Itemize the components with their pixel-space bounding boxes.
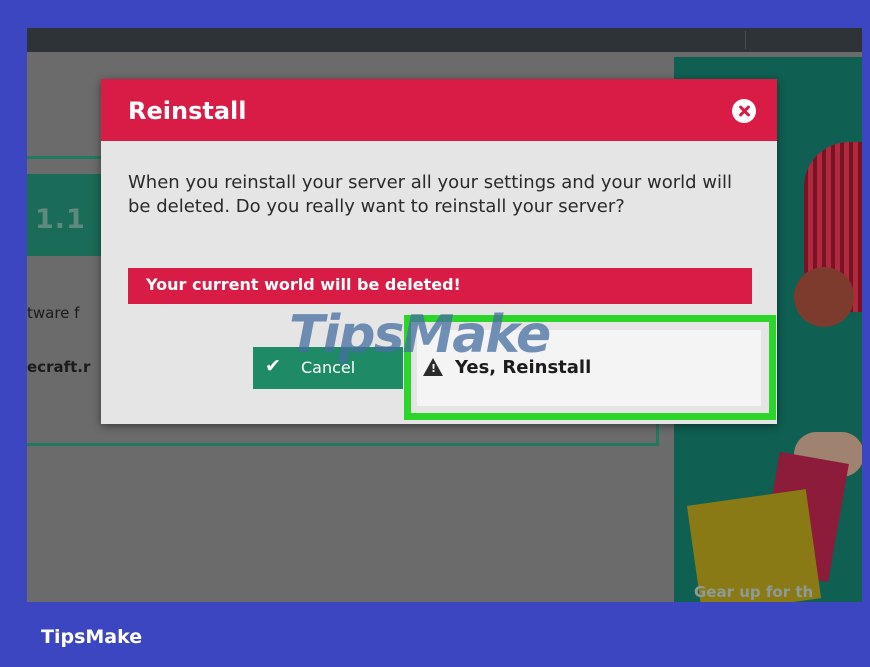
top-navbar [27, 28, 862, 52]
warning-alert: Your current world will be deleted! [128, 268, 752, 304]
warning-text: Your current world will be deleted! [146, 275, 461, 294]
dialog-header: Reinstall [101, 79, 777, 141]
brand-footer-text: TipsMake [41, 626, 143, 648]
dialog-message: When you reinstall your server all your … [128, 172, 733, 217]
server-address-text[interactable]: ecraft.r [27, 358, 90, 376]
software-text: tware f [27, 304, 80, 322]
version-text: 1.1 [35, 204, 86, 235]
dialog-title: Reinstall [128, 97, 247, 125]
close-circle-icon[interactable] [732, 99, 756, 123]
ad-caption: Gear up for th [694, 583, 814, 601]
navbar-divider [745, 31, 746, 49]
ad-figure-graphic [794, 267, 854, 327]
checkmark-icon: ✔ [265, 355, 281, 377]
watermark-logo: TipsMake [289, 305, 551, 365]
